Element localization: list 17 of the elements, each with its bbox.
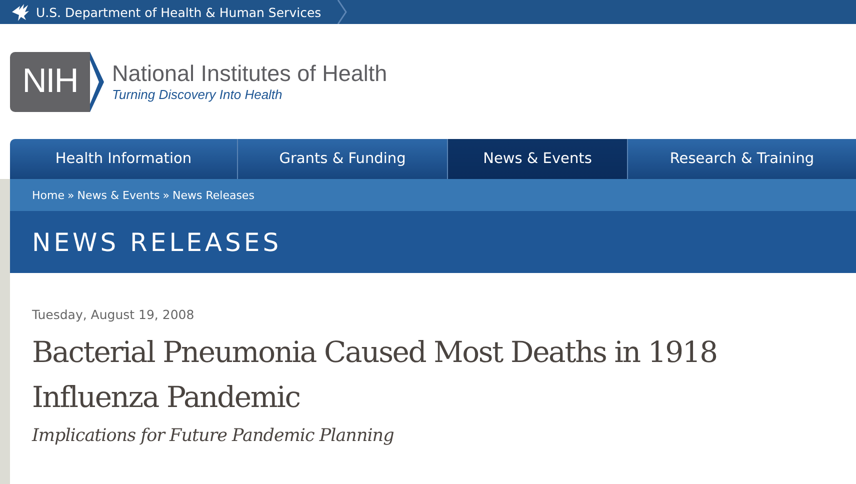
- nav-tab[interactable]: Health Information: [10, 139, 238, 179]
- breadcrumb-separator: »: [162, 188, 170, 202]
- nav-tab[interactable]: News & Events: [448, 139, 628, 179]
- tagline: Turning Discovery Into Health: [112, 87, 284, 102]
- section-title: NEWS RELEASES: [32, 228, 282, 256]
- breadcrumb-separator: »: [67, 188, 74, 202]
- article-subtitle: Implications for Future Pandemic Planning: [32, 426, 395, 446]
- chevron-icon: [337, 0, 348, 24]
- agency-link[interactable]: U.S. Department of Health & Human Services: [36, 4, 322, 20]
- nav-tab[interactable]: Research & Training: [628, 139, 856, 179]
- breadcrumb-link[interactable]: Home: [32, 188, 64, 202]
- organization-name: National Institutes of Health: [112, 61, 388, 87]
- nav-tab[interactable]: Grants & Funding: [238, 139, 448, 179]
- article-title: Bacterial Pneumonia Caused Most Deaths in 1918 Influenza Pandemic: [32, 334, 718, 416]
- breadcrumb-link[interactable]: News & Events: [77, 188, 160, 202]
- breadcrumb-link[interactable]: News Releases: [172, 188, 254, 202]
- article-date: Tuesday, August 19, 2008: [32, 307, 196, 322]
